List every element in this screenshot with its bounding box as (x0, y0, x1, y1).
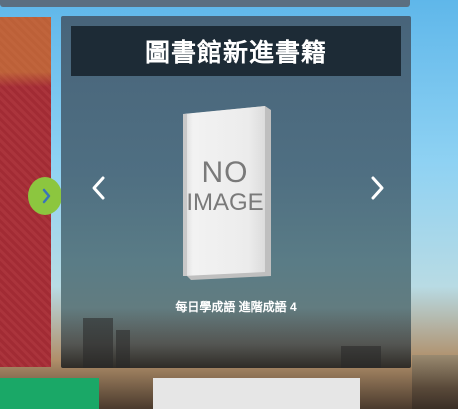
carousel-next-button[interactable] (363, 174, 391, 202)
chevron-left-icon (92, 176, 105, 200)
carousel-prev-button[interactable] (85, 174, 113, 202)
no-image-book-icon: NO IMAGE (183, 106, 271, 280)
top-bar (0, 0, 410, 7)
widget-title: 圖書館新進書籍 (71, 26, 401, 76)
left-panel-next-button[interactable] (28, 177, 62, 215)
cover-text-line-2: IMAGE (186, 189, 263, 216)
city-background-right (412, 355, 458, 409)
new-books-widget: 圖書館新進書籍 NO IMAGE 每日學成語 進階成語 4 (61, 16, 411, 368)
chevron-right-icon (371, 176, 384, 200)
bottom-gray-tile[interactable] (153, 378, 360, 409)
cover-text-line-1: NO (202, 156, 249, 189)
city-background (61, 308, 411, 368)
chevron-right-icon (42, 188, 51, 204)
book-cover[interactable]: NO IMAGE (181, 104, 277, 280)
bottom-green-tile[interactable] (0, 378, 99, 409)
book-title-link[interactable]: 每日學成語 進階成語 4 (61, 298, 411, 315)
